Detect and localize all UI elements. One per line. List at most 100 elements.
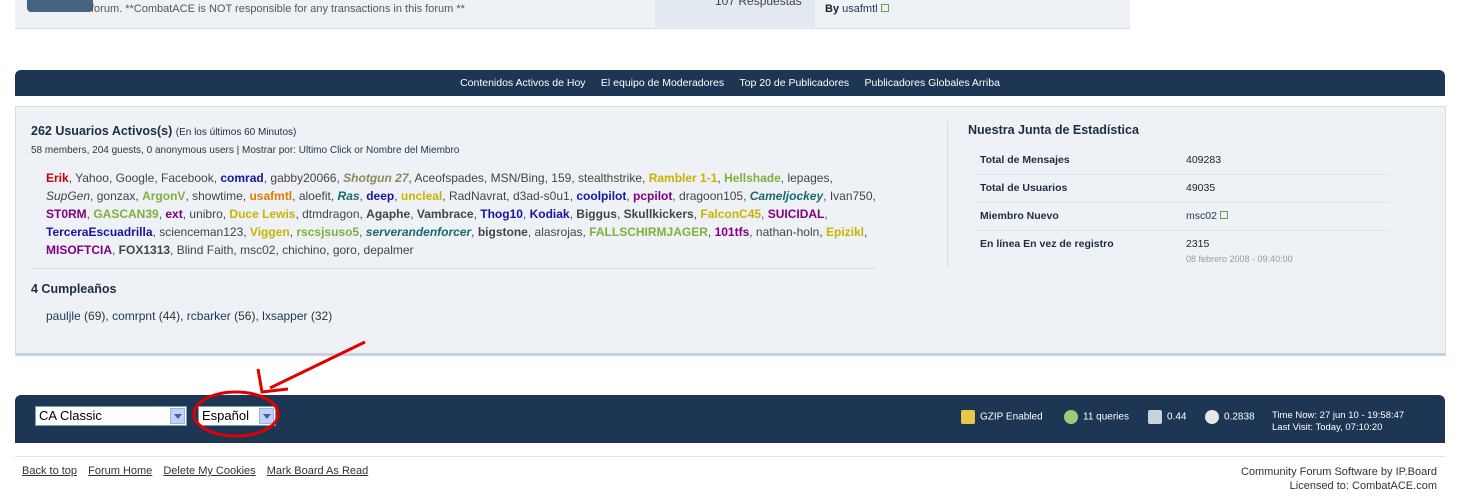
server-icon [1148, 410, 1162, 424]
credits: Community Forum Software by IP.Board Lic… [1241, 465, 1437, 493]
active-user-link[interactable]: FALLSCHIRMJAGER [589, 225, 708, 239]
gzip-icon [961, 410, 975, 424]
mark-read-link[interactable]: Mark Board As Read [267, 465, 369, 477]
active-user-link[interactable]: msc02 [240, 243, 275, 257]
active-user-link[interactable]: Yahoo [75, 171, 109, 185]
newest-member-label: Miembro Nuevo [980, 210, 1059, 222]
nav-top-posters[interactable]: Top 20 de Publicadores [739, 70, 849, 96]
active-users-title: 262 Usuarios Activos(s) (En los últimos … [31, 124, 296, 138]
active-user-link[interactable]: Agaphe [366, 207, 410, 221]
nav-active-content[interactable]: Contenidos Activos de Hoy [460, 70, 586, 96]
active-user-link[interactable]: showtime [192, 189, 243, 203]
board-stats-table: Total de Mensajes 409283 Total de Usuari… [976, 147, 1391, 269]
active-user-link[interactable]: dragoon105 [679, 189, 743, 203]
sort-last-click-link[interactable]: Ultimo Click [299, 145, 352, 156]
divider [947, 121, 948, 267]
active-user-link[interactable]: Vambrace [417, 207, 474, 221]
active-user-link[interactable]: scienceman123 [159, 225, 243, 239]
birthday-user-link[interactable]: rcbarker [187, 309, 231, 323]
active-user-link[interactable]: Cameljockey [750, 189, 823, 203]
active-user-link[interactable]: Hellshade [724, 171, 781, 185]
active-user-link[interactable]: Facebook [161, 171, 214, 185]
active-user-link[interactable]: MSN/Bing [491, 171, 545, 185]
delete-cookies-link[interactable]: Delete My Cookies [163, 465, 255, 477]
active-user-link[interactable]: chichino [282, 243, 326, 257]
clock-icon [1205, 410, 1219, 424]
active-user-link[interactable]: d3ad-s0u1 [513, 189, 570, 203]
active-user-link[interactable]: stealthstrike [578, 171, 642, 185]
active-user-link[interactable]: FOX1313 [119, 243, 170, 257]
active-user-link[interactable]: Epizikl [826, 225, 864, 239]
active-user-link[interactable]: ext [165, 207, 182, 221]
active-user-link[interactable]: usafmtl [249, 189, 292, 203]
active-user-link[interactable]: alasrojas [535, 225, 583, 239]
active-user-link[interactable]: nathan-holn [756, 225, 819, 239]
skin-select[interactable]: CA Classic [35, 406, 187, 426]
active-user-link[interactable]: dtmdragon [302, 207, 359, 221]
active-user-link[interactable]: 159 [551, 171, 571, 185]
birthday-user-link[interactable]: lxsapper [262, 309, 307, 323]
last-by-user-link[interactable]: usafmtl [842, 3, 877, 15]
active-user-link[interactable]: ST0RM [46, 207, 87, 221]
active-user-link[interactable]: FalconC45 [700, 207, 761, 221]
birthday-age: (56) [230, 309, 256, 323]
back-to-top-link[interactable]: Back to top [22, 465, 77, 477]
active-user-link[interactable]: Aceofspades [415, 171, 484, 185]
active-user-link[interactable]: coolpilot [576, 189, 626, 203]
active-user-link[interactable]: TerceraEscuadrilla [46, 225, 153, 239]
active-user-link[interactable]: gonzax [97, 189, 136, 203]
forum-home-link[interactable]: Forum Home [88, 465, 152, 477]
active-user-link[interactable]: MISOFTCIA [46, 243, 112, 257]
active-user-link[interactable]: 101tfs [715, 225, 750, 239]
active-user-link[interactable]: Kodiak [530, 207, 570, 221]
chevron-down-icon[interactable] [259, 408, 274, 424]
active-user-link[interactable]: lepages [787, 171, 829, 185]
active-user-link[interactable]: Rambler 1-1 [649, 171, 718, 185]
birthday-user-link[interactable]: pauljle [46, 309, 81, 323]
active-user-link[interactable]: Google [116, 171, 155, 185]
active-user-link[interactable]: gabby20066 [270, 171, 336, 185]
external-link-icon[interactable] [880, 4, 889, 12]
nav-global-top-posters[interactable]: Publicadores Globales Arriba [865, 70, 1000, 96]
active-user-link[interactable]: deep [366, 189, 394, 203]
active-user-link[interactable]: Skullkickers [624, 207, 694, 221]
stats-row: Total de Mensajes 409283 [976, 147, 1391, 175]
active-user-link[interactable]: Duce Lewis [229, 207, 295, 221]
active-user-link[interactable]: ArgonV [142, 189, 185, 203]
active-user-link[interactable]: Viggen [250, 225, 290, 239]
active-user-link[interactable]: Shotgun 27 [343, 171, 408, 185]
active-user-link[interactable]: GASCAN39 [93, 207, 158, 221]
total-posts-label: Total de Mensajes [980, 154, 1070, 166]
newest-member-link[interactable]: msc02 [1186, 210, 1217, 222]
active-user-link[interactable]: aloefit [299, 189, 331, 203]
external-link-icon[interactable] [1219, 211, 1228, 219]
active-user-link[interactable]: serverandenforcer [366, 225, 471, 239]
gzip-status: GZIP Enabled [961, 410, 1043, 424]
birthday-user-link[interactable]: comrpnt [112, 309, 155, 323]
active-user-link[interactable]: unibro [189, 207, 222, 221]
active-user-link[interactable]: Thog10 [480, 207, 523, 221]
active-user-link[interactable]: comrad [220, 171, 263, 185]
sort-member-name-link[interactable]: Nombre del Miembro [366, 145, 459, 156]
forum-icon [27, 0, 93, 12]
active-user-link[interactable]: pcpilot [633, 189, 672, 203]
nav-moderators[interactable]: El equipo de Moderadores [601, 70, 724, 96]
active-user-link[interactable]: Blind Faith [177, 243, 234, 257]
active-user-link[interactable]: SUICIDAL [768, 207, 825, 221]
active-user-link[interactable]: Ivan750 [830, 189, 873, 203]
active-user-link[interactable]: goro [333, 243, 357, 257]
active-user-link[interactable]: SupGen [46, 189, 90, 203]
active-user-link[interactable]: RadNavrat [449, 189, 506, 203]
active-user-link[interactable]: Biggus [576, 207, 617, 221]
queries-status: 11 queries [1064, 410, 1129, 424]
active-user-link[interactable]: rscsjsuso5 [296, 225, 359, 239]
chevron-down-icon[interactable] [170, 408, 185, 424]
active-user-link[interactable]: depalmer [364, 243, 414, 257]
language-select[interactable]: Español [198, 406, 276, 426]
active-user-link[interactable]: Ras [338, 189, 360, 203]
active-user-link[interactable]: uncleal [401, 189, 442, 203]
newest-member-cell: msc02 [1186, 210, 1228, 222]
active-summary-text: 58 members, 204 guests, 0 anonymous user… [31, 145, 296, 156]
active-user-link[interactable]: Erik [46, 171, 69, 185]
active-user-link[interactable]: bigstone [478, 225, 528, 239]
